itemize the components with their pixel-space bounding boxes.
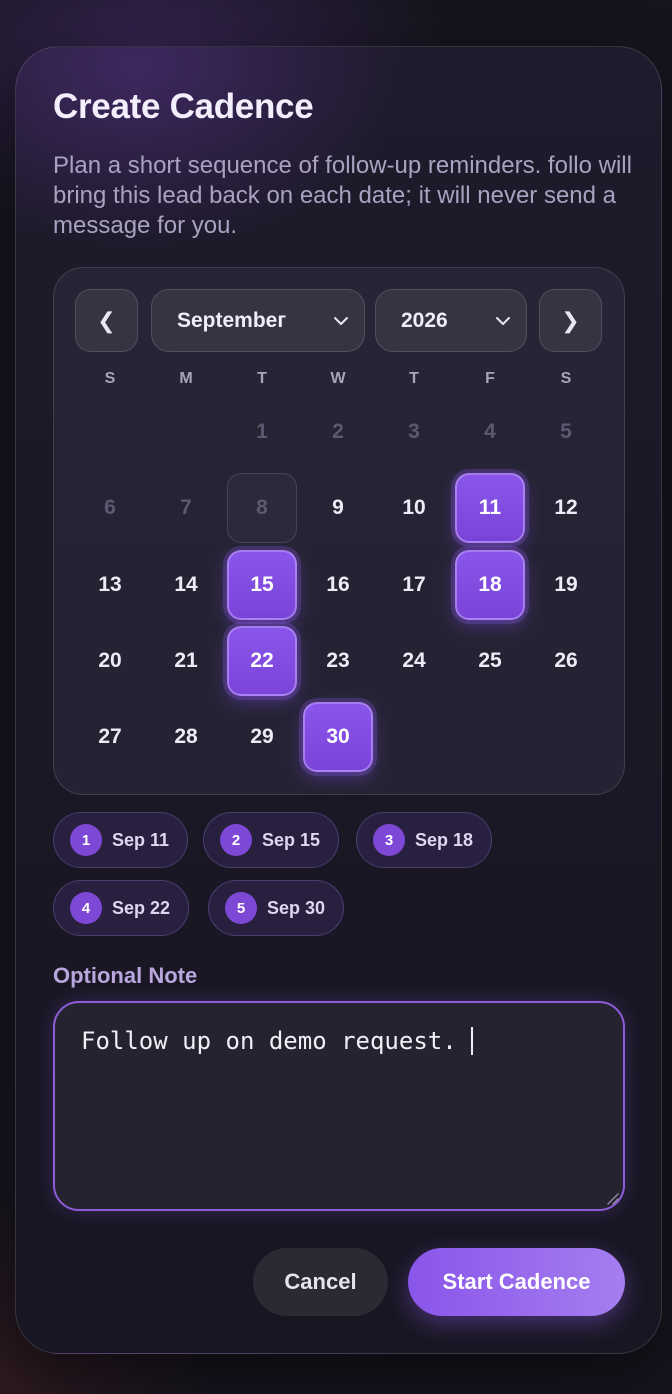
calendar-day-today: 8 <box>227 473 297 543</box>
calendar-day[interactable]: 17 <box>379 550 449 620</box>
calendar-day-selected[interactable]: 11 <box>455 473 525 543</box>
step-number-badge: 2 <box>220 824 252 856</box>
year-select[interactable]: 2026 <box>375 289 527 352</box>
calendar-day-selected[interactable]: 15 <box>227 550 297 620</box>
note-label: Optional Note <box>53 963 198 988</box>
calendar-day[interactable]: 26 <box>531 626 601 696</box>
resize-grip-icon[interactable] <box>605 1191 619 1205</box>
calendar-day: 6 <box>104 496 116 519</box>
weekday-header: T <box>257 370 267 387</box>
calendar-day[interactable]: 20 <box>75 626 145 696</box>
cadence-step-chip[interactable]: 4 Sep 22 <box>53 880 190 936</box>
year-select-value: 2026 <box>401 308 448 332</box>
calendar-day[interactable]: 23 <box>303 626 373 696</box>
step-number-badge: 4 <box>70 892 102 924</box>
calendar-day: 4 <box>484 420 496 443</box>
step-date: Sep 22 <box>112 897 171 918</box>
calendar-day[interactable]: 24 <box>379 626 449 696</box>
cadence-step-chip[interactable]: 3 Sep 18 <box>356 812 493 868</box>
step-number-badge: 5 <box>225 892 257 924</box>
step-date: Sep 30 <box>267 897 326 918</box>
calendar-day: 2 <box>332 420 344 443</box>
calendar-day: 7 <box>180 496 192 519</box>
weekday-header: S <box>560 370 572 387</box>
calendar-day: 1 <box>256 420 268 443</box>
weekday-header: T <box>409 370 419 387</box>
chevron-down-icon <box>334 317 348 325</box>
month-select[interactable]: Septembeг <box>151 289 365 352</box>
calendar-day[interactable]: 14 <box>151 550 221 620</box>
calendar-day[interactable]: 10 <box>379 473 449 543</box>
calendar-day-selected[interactable]: 18 <box>455 550 525 620</box>
prev-month-button[interactable]: ❮ <box>75 289 138 352</box>
start-cadence-button[interactable]: Start Cadence <box>408 1248 625 1316</box>
calendar-day-selected[interactable]: 30 <box>303 702 373 772</box>
cadence-step-chip[interactable]: 2 Sep 15 <box>203 812 340 868</box>
cadence-step-chip[interactable]: 5 Sep 30 <box>208 880 345 936</box>
calendar-day[interactable]: 28 <box>151 702 221 772</box>
month-select-value: Septembeг <box>177 308 287 332</box>
calendar-day: 5 <box>560 420 572 443</box>
step-number-badge: 3 <box>373 824 405 856</box>
dialog-title: Create Cadence <box>53 87 314 126</box>
weekday-header: W <box>330 370 346 387</box>
calendar-day[interactable]: 21 <box>151 626 221 696</box>
cadence-step-chip[interactable]: 1 Sep 11 <box>53 812 189 868</box>
calendar-day: 3 <box>408 420 420 443</box>
calendar-day[interactable]: 9 <box>303 473 373 543</box>
create-cadence-dialog: Create Cadence Plan a short sequence of … <box>15 46 662 1354</box>
text-caret <box>470 1027 473 1055</box>
weekday-header: M <box>179 370 193 387</box>
calendar-day[interactable]: 27 <box>75 702 145 772</box>
calendar-day[interactable]: 16 <box>303 550 373 620</box>
calendar: ❮ Septembeг 2026 ❯ S M T W T F S 1 2 3 4… <box>53 267 625 795</box>
step-date: Sep 18 <box>415 829 474 850</box>
calendar-day[interactable]: 13 <box>75 550 145 620</box>
note-textarea[interactable]: Follow up on demo request. <box>53 1001 625 1211</box>
weekday-header: F <box>485 370 495 387</box>
calendar-day[interactable]: 12 <box>531 473 601 543</box>
step-number-badge: 1 <box>70 824 102 856</box>
weekday-header: S <box>104 370 116 387</box>
calendar-day[interactable]: 29 <box>227 702 297 772</box>
next-month-button[interactable]: ❯ <box>539 289 602 352</box>
chevron-right-icon: ❯ <box>561 307 580 333</box>
step-date: Sep 11 <box>112 829 170 850</box>
calendar-day[interactable]: 19 <box>531 550 601 620</box>
dialog-description: Plan a short sequence of follow-up remin… <box>53 152 632 239</box>
chevron-left-icon: ❮ <box>97 307 116 333</box>
calendar-day[interactable]: 25 <box>455 626 525 696</box>
step-date: Sep 15 <box>262 829 321 850</box>
calendar-day-selected[interactable]: 22 <box>227 626 297 696</box>
note-text: Follow up on demo request. <box>81 1027 457 1055</box>
chevron-down-icon <box>496 317 510 325</box>
cancel-button[interactable]: Cancel <box>253 1248 388 1316</box>
